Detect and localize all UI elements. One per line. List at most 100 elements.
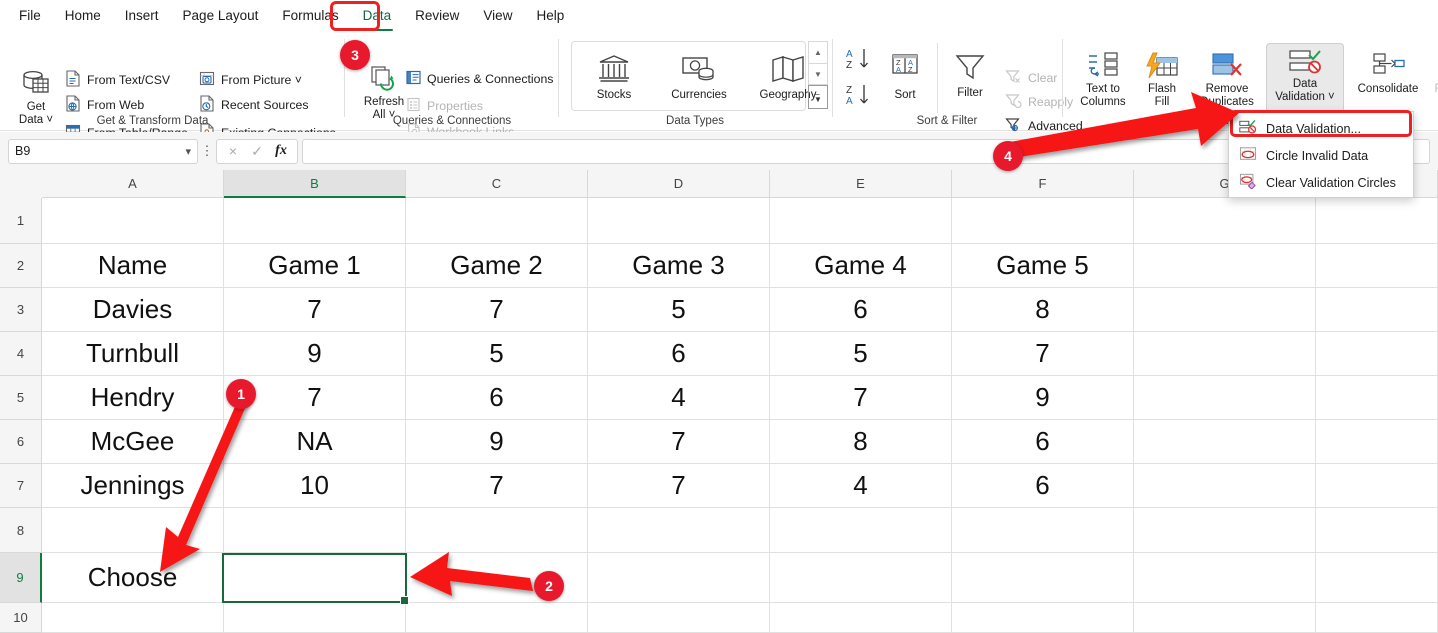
row-header-2[interactable]: 2 bbox=[0, 244, 42, 288]
column-header-F[interactable]: F bbox=[952, 170, 1134, 198]
cell-A8[interactable] bbox=[42, 508, 224, 553]
cell-G5[interactable] bbox=[1134, 376, 1316, 420]
row-header-4[interactable]: 4 bbox=[0, 332, 42, 376]
cell-F3[interactable]: 8 bbox=[952, 288, 1134, 332]
cell-F1[interactable] bbox=[952, 198, 1134, 244]
stocks-button[interactable]: Stocks bbox=[580, 49, 648, 102]
formula-bar-more-icon[interactable]: ⋮ bbox=[198, 143, 216, 159]
tab-file[interactable]: File bbox=[8, 4, 52, 27]
cell-A1[interactable] bbox=[42, 198, 224, 244]
cell-E5[interactable]: 7 bbox=[770, 376, 952, 420]
column-header-B[interactable]: B bbox=[224, 170, 406, 198]
gallery-more-button[interactable]: ─▼ bbox=[808, 85, 828, 109]
menu-item-circle-invalid-data[interactable]: Circle Invalid Data bbox=[1229, 142, 1413, 169]
cell-G2[interactable] bbox=[1134, 244, 1316, 288]
data-types-scroll[interactable]: ▲ ▼ ─▼ bbox=[808, 41, 828, 111]
row-header-9[interactable]: 9 bbox=[0, 553, 42, 603]
consolidate-button[interactable]: Consolidate bbox=[1348, 47, 1428, 96]
cell-B6[interactable]: NA bbox=[224, 420, 406, 464]
row-header-5[interactable]: 5 bbox=[0, 376, 42, 420]
cell-H5[interactable] bbox=[1316, 376, 1438, 420]
cell-B4[interactable]: 9 bbox=[224, 332, 406, 376]
cell-B10[interactable] bbox=[224, 603, 406, 633]
cell-D5[interactable]: 4 bbox=[588, 376, 770, 420]
cell-A3[interactable]: Davies bbox=[42, 288, 224, 332]
from-web-button[interactable]: From Web bbox=[62, 94, 147, 116]
cell-A5[interactable]: Hendry bbox=[42, 376, 224, 420]
cell-D3[interactable]: 5 bbox=[588, 288, 770, 332]
cell-F10[interactable] bbox=[952, 603, 1134, 633]
data-validation-dropdown-menu[interactable]: Data Validation... Circle Invalid Data C… bbox=[1228, 111, 1414, 198]
cell-H9[interactable] bbox=[1316, 553, 1438, 603]
cell-H3[interactable] bbox=[1316, 288, 1438, 332]
cell-G3[interactable] bbox=[1134, 288, 1316, 332]
cell-F9[interactable] bbox=[952, 553, 1134, 603]
flash-fill-button[interactable]: Flash Fill bbox=[1136, 47, 1188, 109]
data-validation-button[interactable]: Data Validation ˅ bbox=[1266, 43, 1344, 115]
cell-B3[interactable]: 7 bbox=[224, 288, 406, 332]
row-header-6[interactable]: 6 bbox=[0, 420, 42, 464]
column-header-A[interactable]: A bbox=[42, 170, 224, 198]
row-header-1[interactable]: 1 bbox=[0, 198, 42, 244]
cell-G10[interactable] bbox=[1134, 603, 1316, 633]
sort-descending-button[interactable]: Z A bbox=[842, 81, 876, 109]
cell-D1[interactable] bbox=[588, 198, 770, 244]
tab-help[interactable]: Help bbox=[525, 4, 575, 27]
cell-C4[interactable]: 5 bbox=[406, 332, 588, 376]
cell-H6[interactable] bbox=[1316, 420, 1438, 464]
cell-H4[interactable] bbox=[1316, 332, 1438, 376]
cell-C1[interactable] bbox=[406, 198, 588, 244]
cell-F8[interactable] bbox=[952, 508, 1134, 553]
cell-E6[interactable]: 8 bbox=[770, 420, 952, 464]
cell-H7[interactable] bbox=[1316, 464, 1438, 508]
menu-item-clear-validation-circles[interactable]: Clear Validation Circles bbox=[1229, 169, 1413, 196]
cell-H1[interactable] bbox=[1316, 198, 1438, 244]
cell-C6[interactable]: 9 bbox=[406, 420, 588, 464]
row-header-8[interactable]: 8 bbox=[0, 508, 42, 553]
cell-D7[interactable]: 7 bbox=[588, 464, 770, 508]
cell-G8[interactable] bbox=[1134, 508, 1316, 553]
recent-sources-button[interactable]: Recent Sources bbox=[196, 94, 312, 116]
text-to-columns-button[interactable]: Text to Columns bbox=[1072, 47, 1134, 109]
menu-item-data-validation[interactable]: Data Validation... bbox=[1229, 115, 1413, 142]
cell-D6[interactable]: 7 bbox=[588, 420, 770, 464]
sort-ascending-button[interactable]: A Z bbox=[842, 45, 876, 73]
filter-button[interactable]: Filter bbox=[942, 49, 998, 100]
cell-A6[interactable]: McGee bbox=[42, 420, 224, 464]
cell-C8[interactable] bbox=[406, 508, 588, 553]
cell-A2[interactable]: Name bbox=[42, 244, 224, 288]
cell-B2[interactable]: Game 1 bbox=[224, 244, 406, 288]
cell-E8[interactable] bbox=[770, 508, 952, 553]
cell-C10[interactable] bbox=[406, 603, 588, 633]
cell-G7[interactable] bbox=[1134, 464, 1316, 508]
cell-A4[interactable]: Turnbull bbox=[42, 332, 224, 376]
tab-insert[interactable]: Insert bbox=[114, 4, 170, 27]
cell-F5[interactable]: 9 bbox=[952, 376, 1134, 420]
cell-D10[interactable] bbox=[588, 603, 770, 633]
tab-page-layout[interactable]: Page Layout bbox=[172, 4, 270, 27]
column-header-C[interactable]: C bbox=[406, 170, 588, 198]
row-header-3[interactable]: 3 bbox=[0, 288, 42, 332]
column-header-E[interactable]: E bbox=[770, 170, 952, 198]
column-header-D[interactable]: D bbox=[588, 170, 770, 198]
cell-F7[interactable]: 6 bbox=[952, 464, 1134, 508]
chevron-down-icon[interactable]: ▾ bbox=[185, 145, 191, 158]
cell-F4[interactable]: 7 bbox=[952, 332, 1134, 376]
tab-review[interactable]: Review bbox=[404, 4, 470, 27]
cell-H10[interactable] bbox=[1316, 603, 1438, 633]
cell-C2[interactable]: Game 2 bbox=[406, 244, 588, 288]
from-text-csv-button[interactable]: From Text/CSV bbox=[62, 69, 173, 91]
cell-E7[interactable]: 4 bbox=[770, 464, 952, 508]
cell-D8[interactable] bbox=[588, 508, 770, 553]
cell-D2[interactable]: Game 3 bbox=[588, 244, 770, 288]
tab-home[interactable]: Home bbox=[54, 4, 112, 27]
row-header-10[interactable]: 10 bbox=[0, 603, 42, 633]
cell-B8[interactable] bbox=[224, 508, 406, 553]
gallery-scroll-down-button[interactable]: ▼ bbox=[808, 63, 828, 85]
cell-G4[interactable] bbox=[1134, 332, 1316, 376]
tab-view[interactable]: View bbox=[472, 4, 523, 27]
cell-H2[interactable] bbox=[1316, 244, 1438, 288]
cell-H8[interactable] bbox=[1316, 508, 1438, 553]
cell-E9[interactable] bbox=[770, 553, 952, 603]
cell-E4[interactable]: 5 bbox=[770, 332, 952, 376]
